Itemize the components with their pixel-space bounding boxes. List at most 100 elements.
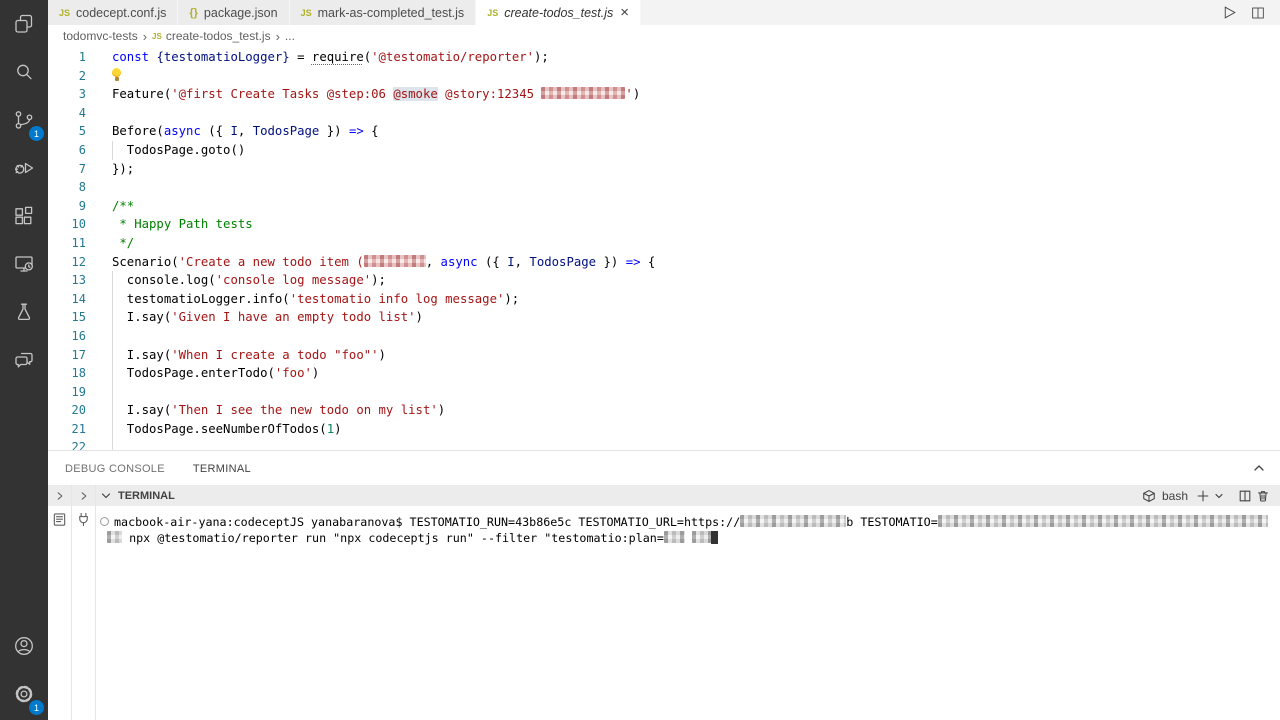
code-line: 15 I.say('Given I have an empty todo lis… [48,308,1280,327]
line-number: 11 [48,234,86,253]
code-content: Before(async ({ I, TodosPage }) => { [86,122,1280,141]
code-token: 'When I create a todo "foo"' [171,348,378,362]
breadcrumb-more[interactable]: ... [285,29,295,43]
code-token: ); [371,273,386,287]
code-line: 6 TodosPage.goto() [48,141,1280,160]
collapsed-view-ports[interactable] [72,485,96,720]
terminal-line: npx @testomatio/reporter run "npx codece… [100,531,1280,547]
line-number: 18 [48,364,86,383]
code-token: Feature( [112,87,171,101]
code-token: TodosPage [253,124,320,138]
terminal-output[interactable]: macbook-air-yana:codeceptJS yanabaranova… [96,506,1280,720]
redacted-text [664,531,685,543]
new-terminal-button[interactable] [1196,489,1210,503]
tab-codecept.conf.js[interactable]: JScodecept.conf.js [48,0,178,25]
chevron-right-icon: › [143,29,147,44]
code-token: TodosPage.goto() [112,143,245,157]
sidebar-item-source-control[interactable]: 1 [0,96,48,144]
code-content: /** [86,197,1280,216]
code-content: */ [86,234,1280,253]
code-token: 'console log message' [216,273,371,287]
chevron-down-icon[interactable] [101,491,111,501]
code-token: @smoke [393,87,437,101]
indent-guide [112,401,113,420]
sidebar-item-extensions[interactable] [0,192,48,240]
search-icon [12,60,36,84]
line-number: 19 [48,383,86,402]
line-number: 3 [48,85,86,104]
line-number: 6 [48,141,86,160]
sidebar-item-comments[interactable] [0,336,48,384]
indent-guide [112,364,113,383]
code-content: I.say('Then I see the new todo on my lis… [86,401,1280,420]
tab-label: create-todos_test.js [504,6,613,20]
kill-terminal-button[interactable] [1256,489,1270,503]
close-tab-icon[interactable]: × [620,5,629,20]
code-token: , [515,255,530,269]
indent-guide [112,308,113,327]
sidebar-item-testing[interactable] [0,288,48,336]
code-token: 'foo' [275,366,312,380]
chevron-right-icon [55,491,65,501]
split-terminal-button[interactable] [1238,489,1252,503]
accounts-button[interactable] [0,622,48,670]
tab-terminal[interactable]: TERMINAL [192,450,252,487]
code-token: }) [596,255,626,269]
code-line: 7}); [48,160,1280,179]
code-line: 20 I.say('Then I see the new todo on my … [48,401,1280,420]
code-token: testomatioLogger.info( [112,292,290,306]
chevron-right-icon: › [276,29,280,44]
line-number: 15 [48,308,86,327]
code-token: const [112,50,149,64]
code-content: Feature('@first Create Tasks @step:06 @s… [86,85,1280,104]
tab-label: package.json [204,6,278,20]
redacted-text [541,87,625,99]
code-token: /** [112,199,134,213]
line-number: 4 [48,104,86,123]
code-token: ' [625,87,632,101]
indent-guide [112,346,113,365]
breadcrumb-folder[interactable]: todomvc-tests [63,29,138,43]
code-token: TodosPage [529,255,596,269]
code-line: 4 [48,104,1280,123]
code-token: TodosPage.seeNumberOfTodos( [112,422,327,436]
tab-debug-console[interactable]: DEBUG CONSOLE [64,450,166,487]
run-button[interactable] [1221,4,1238,21]
sidebar-item-remote-explorer[interactable] [0,240,48,288]
code-line: 13 console.log('console log message'); [48,271,1280,290]
expand-output-button[interactable] [48,485,71,506]
scm-badge: 1 [29,126,44,141]
line-number: 9 [48,197,86,216]
code-content: }); [86,160,1280,179]
sidebar-item-explorer[interactable] [0,0,48,48]
tab-package.json[interactable]: {}package.json [178,0,289,25]
terminal-dropdown-chevron[interactable] [1214,491,1224,501]
tab-mark-as-completed_test.js[interactable]: JSmark-as-completed_test.js [290,0,477,25]
tab-create-todos_test.js[interactable]: JScreate-todos_test.js× [476,0,641,25]
code-token: ) [438,403,445,417]
sidebar-item-run-and-debug[interactable] [0,144,48,192]
comments-icon [12,348,36,372]
code-token: ); [504,292,519,306]
code-token: ) [633,87,640,101]
code-line: 8 [48,178,1280,197]
sidebar-item-search[interactable] [0,48,48,96]
expand-ports-button[interactable] [72,485,95,506]
breadcrumb-file[interactable]: create-todos_test.js [166,29,271,43]
code-content [86,383,1280,402]
code-content [86,327,1280,346]
split-editor-button[interactable] [1250,5,1266,21]
shell-name[interactable]: bash [1162,489,1188,503]
code-token: async [164,124,201,138]
code-token: }); [112,162,134,176]
settings-button[interactable]: 1 [0,670,48,718]
code-line: 9 /** [48,197,1280,216]
maximize-panel-button[interactable] [1252,461,1266,475]
settings-badge: 1 [29,700,44,715]
line-number: 5 [48,122,86,141]
collapsed-view-output[interactable] [48,485,72,720]
code-editor[interactable]: 1const {testomatioLogger} = require('@te… [48,47,1280,451]
code-token: ({ [201,124,231,138]
breadcrumb: todomvc-tests › JS create-todos_test.js … [48,25,1280,47]
code-token: }) [319,124,349,138]
